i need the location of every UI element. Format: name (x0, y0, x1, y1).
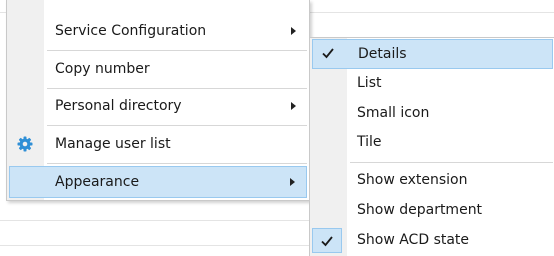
submenu-item-details[interactable]: Details (312, 39, 553, 69)
submenu-item-label: List (357, 75, 382, 91)
submenu-item-list[interactable]: List (310, 69, 554, 98)
menu-item-copy-number[interactable]: Copy number (7, 53, 309, 85)
submenu-item-small-icon[interactable]: Small icon (310, 99, 554, 128)
submenu-item-label: Show department (357, 202, 483, 218)
context-menu: Service Configuration Copy number Person… (6, 0, 310, 201)
submenu-item-label: Details (358, 46, 407, 62)
submenu-arrow-icon (291, 102, 296, 110)
gear-icon (17, 136, 33, 152)
submenu-arrow-icon (290, 178, 295, 186)
submenu-item-label: Show extension (357, 172, 468, 188)
menu-separator (47, 88, 307, 89)
menu-item-label: Manage user list (55, 136, 171, 152)
submenu-item-tile[interactable]: Tile (310, 128, 554, 157)
menu-item-label: Service Configuration (55, 23, 207, 39)
menu-item-appearance[interactable]: Appearance (9, 166, 307, 198)
appearance-submenu: Details List Small icon Tile Show extens… (309, 37, 554, 256)
menu-item-label: Appearance (55, 174, 140, 190)
submenu-item-label: Small icon (357, 105, 430, 121)
menu-item-personal-directory[interactable]: Personal directory (7, 90, 309, 122)
menu-separator (47, 50, 307, 51)
menu-item-label: Copy number (55, 61, 150, 77)
submenu-item-show-department[interactable]: Show department (310, 196, 554, 225)
submenu-arrow-icon (291, 27, 296, 35)
background-divider (0, 220, 309, 221)
menu-item-manage-user-list[interactable]: Manage user list (7, 128, 309, 160)
submenu-item-label: Tile (357, 134, 382, 150)
menu-item-label: Personal directory (55, 98, 182, 114)
background-divider (0, 245, 309, 246)
menu-separator (47, 125, 307, 126)
checkmark-icon (321, 236, 333, 247)
submenu-item-show-extension[interactable]: Show extension (310, 166, 554, 195)
menu-separator (350, 162, 553, 163)
menu-separator (47, 163, 307, 164)
checkmark-icon (322, 48, 334, 59)
submenu-item-show-acd-state[interactable]: Show ACD state (310, 226, 554, 255)
menu-item-service-configuration[interactable]: Service Configuration (7, 15, 309, 47)
submenu-item-label: Show ACD state (357, 232, 470, 248)
